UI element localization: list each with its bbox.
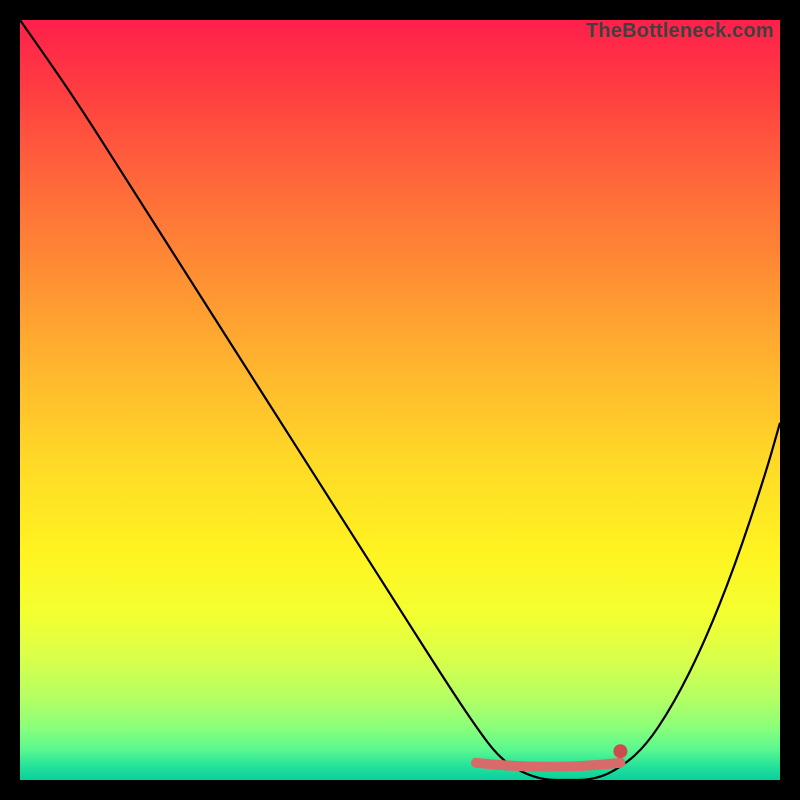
chart-frame: TheBottleneck.com bbox=[0, 0, 800, 800]
curve-path bbox=[20, 20, 780, 780]
plot-area: TheBottleneck.com bbox=[20, 20, 780, 780]
bottleneck-curve bbox=[20, 20, 780, 780]
